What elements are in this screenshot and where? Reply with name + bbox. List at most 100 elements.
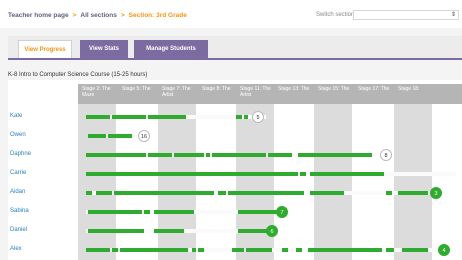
progress-track <box>86 115 266 119</box>
level-progress-segment[interactable] <box>86 191 92 195</box>
level-progress-segment[interactable] <box>96 191 112 195</box>
breadcrumb-separator: > <box>120 12 125 19</box>
student-name-link[interactable]: Alex <box>10 246 22 252</box>
stage-header[interactable]: Stage 17: The <box>358 86 396 92</box>
level-progress-segment[interactable] <box>154 229 184 233</box>
breadcrumb-separator: > <box>72 12 77 19</box>
level-progress-segment[interactable] <box>86 115 110 119</box>
student-row: Daphne 8 <box>8 146 462 164</box>
level-progress-segment[interactable] <box>246 248 272 252</box>
level-progress-segment[interactable] <box>112 248 118 252</box>
level-progress-segment[interactable] <box>238 210 280 214</box>
student-row: Carrie <box>8 165 462 183</box>
course-title: K-8 Intro to Computer Science Course (15… <box>8 72 148 78</box>
level-progress-segment[interactable] <box>148 153 172 157</box>
student-name-link[interactable]: Daniel <box>10 227 27 233</box>
progress-panel: View Progress View Stats Manage Students… <box>0 28 462 260</box>
stage-header[interactable]: Stage 11: The Artist <box>240 86 278 98</box>
tab-view-progress[interactable]: View Progress <box>18 40 72 58</box>
level-progress-segment[interactable] <box>244 115 248 119</box>
level-progress-segment[interactable] <box>300 172 306 176</box>
student-row: Aidan 3 <box>8 184 462 202</box>
stage-badge[interactable]: 16 <box>138 130 150 142</box>
level-progress-segment[interactable] <box>88 210 142 214</box>
tab-view-stats[interactable]: View Stats <box>80 40 128 58</box>
level-progress-segment[interactable] <box>402 248 428 252</box>
student-row: Alex 4 <box>8 241 462 259</box>
level-progress-segment[interactable] <box>308 248 382 252</box>
level-progress-segment[interactable] <box>310 172 384 176</box>
stage-badge[interactable]: 6 <box>266 225 278 237</box>
level-progress-segment[interactable] <box>86 153 146 157</box>
level-progress-segment[interactable] <box>212 153 266 157</box>
progress-track <box>86 153 376 157</box>
progress-track <box>86 210 286 214</box>
stage-header[interactable]: Stage 8: The <box>202 86 240 92</box>
level-progress-segment[interactable] <box>112 115 146 119</box>
student-row: Sabina 7 <box>8 203 462 221</box>
student-name-link[interactable]: Aidan <box>10 189 25 195</box>
progress-grid: Stage 2: The Maze Stage 5: The Stage 7: Th… <box>8 80 462 260</box>
stage-badge[interactable]: 4 <box>438 244 450 256</box>
progress-track <box>86 191 446 195</box>
student-name-link[interactable]: Owen <box>10 132 26 138</box>
level-progress-segment[interactable] <box>386 191 392 195</box>
breadcrumb: Teacher home page > All sections > Section: … <box>8 4 187 28</box>
stage-header-row: Stage 2: The Maze Stage 5: The Stage 7: Th… <box>78 84 462 104</box>
stage-badge[interactable]: 8 <box>380 149 392 161</box>
level-progress-segment[interactable] <box>114 191 214 195</box>
student-row: Owen 16 <box>8 127 462 145</box>
progress-track <box>86 229 276 233</box>
level-progress-segment[interactable] <box>174 153 204 157</box>
switch-section-select[interactable]: ⇕ <box>353 10 459 20</box>
progress-track <box>86 248 456 252</box>
level-progress-segment[interactable] <box>218 191 226 195</box>
student-name-link[interactable]: Daphne <box>10 151 31 157</box>
student-row: Daniel 6 <box>8 222 462 240</box>
level-progress-segment[interactable] <box>236 115 242 119</box>
level-progress-segment[interactable] <box>298 153 372 157</box>
level-progress-segment[interactable] <box>386 248 394 252</box>
tab-bar: View Progress View Stats Manage Students <box>8 36 462 60</box>
level-progress-segment[interactable] <box>238 229 268 233</box>
progress-track <box>88 134 138 138</box>
level-progress-segment[interactable] <box>232 248 244 252</box>
level-progress-segment[interactable] <box>108 134 132 138</box>
breadcrumb-all-sections-link[interactable]: All sections <box>80 12 116 19</box>
level-progress-segment[interactable] <box>282 248 288 252</box>
progress-track <box>86 172 456 176</box>
level-progress-segment[interactable] <box>86 172 298 176</box>
breadcrumb-teacher-home-link[interactable]: Teacher home page <box>8 12 69 19</box>
stage-header[interactable]: Stage 13: The <box>278 86 316 92</box>
level-progress-segment[interactable] <box>198 248 204 252</box>
level-progress-segment[interactable] <box>120 248 188 252</box>
student-row: Kate 5 <box>8 108 462 126</box>
level-progress-segment[interactable] <box>88 134 106 138</box>
level-progress-segment[interactable] <box>206 153 210 157</box>
level-progress-segment[interactable] <box>228 191 304 195</box>
stage-header[interactable]: Stage 5: The <box>122 86 160 92</box>
breadcrumb-current-section: Section: 3rd Grade <box>128 12 187 19</box>
student-name-link[interactable]: Kate <box>10 113 22 119</box>
stage-header[interactable]: Stage 7: The Artist <box>162 86 200 98</box>
level-progress-segment[interactable] <box>398 191 428 195</box>
level-progress-segment[interactable] <box>310 191 344 195</box>
stage-header[interactable]: Stage 2: The Maze <box>82 86 120 98</box>
stage-badge[interactable]: 7 <box>276 206 288 218</box>
level-progress-segment[interactable] <box>296 248 302 252</box>
level-progress-segment[interactable] <box>144 210 150 214</box>
level-progress-segment[interactable] <box>192 248 196 252</box>
level-progress-segment[interactable] <box>86 248 110 252</box>
switch-section-label: Switch section: <box>316 12 357 18</box>
tab-manage-students[interactable]: Manage Students <box>134 40 208 58</box>
student-name-link[interactable]: Carrie <box>10 170 26 176</box>
level-progress-segment[interactable] <box>148 115 186 119</box>
level-progress-segment[interactable] <box>88 229 144 233</box>
level-progress-segment[interactable] <box>154 210 194 214</box>
stage-header[interactable]: Stage 18: <box>398 86 436 92</box>
stage-badge[interactable]: 5 <box>252 111 264 123</box>
stage-badge[interactable]: 3 <box>430 187 442 199</box>
student-name-link[interactable]: Sabina <box>10 208 29 214</box>
stage-header[interactable]: Stage 15: The <box>318 86 356 92</box>
level-progress-segment[interactable] <box>268 153 292 157</box>
